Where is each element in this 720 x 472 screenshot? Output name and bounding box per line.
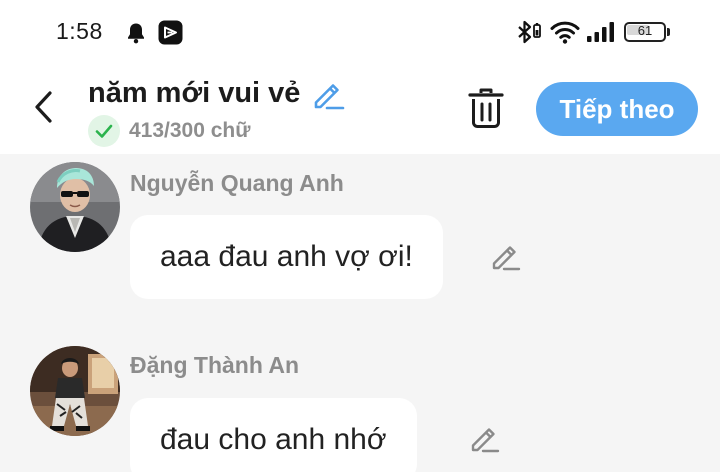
avatar[interactable] — [30, 346, 120, 436]
message-bubble[interactable]: đau cho anh nhớ — [130, 398, 417, 472]
battery-level-text: 61 — [637, 23, 653, 38]
edit-message-button[interactable] — [468, 422, 502, 456]
pencil-icon — [492, 246, 521, 271]
signal-icon — [587, 22, 614, 42]
message-bubble[interactable]: aaa đau anh vợ ơi! — [130, 215, 443, 299]
app-notification-icon — [158, 20, 183, 45]
pencil-icon — [314, 84, 345, 110]
sender-name: Đặng Thành An — [130, 352, 300, 378]
pencil-icon — [471, 428, 500, 453]
message-item: Nguyễn Quang Anh aaa đau anh vợ ơi! — [0, 154, 720, 324]
sender-name: Nguyễn Quang Anh — [130, 170, 344, 196]
battery-icon: 61 — [624, 22, 670, 42]
edit-title-button[interactable] — [310, 77, 346, 113]
message-text: aaa đau anh vợ ơi! — [160, 240, 413, 273]
message-text: đau cho anh nhớ — [160, 423, 387, 456]
status-bar: 1:58 61 — [0, 0, 720, 64]
delete-button[interactable] — [466, 86, 506, 130]
back-button[interactable] — [26, 86, 62, 128]
back-arrow-icon — [35, 91, 52, 123]
check-icon — [95, 124, 113, 138]
screen: 1:58 61 năm mới vui vẻ 413/300 chữ Tiếp … — [0, 0, 720, 472]
wifi-icon — [550, 21, 580, 44]
trash-icon — [468, 88, 504, 128]
status-time: 1:58 — [56, 18, 103, 44]
character-count: 413/300 chữ — [129, 119, 251, 142]
bell-icon — [128, 23, 144, 44]
bluetooth-icon — [518, 20, 541, 44]
edit-message-button[interactable] — [489, 240, 523, 274]
avatar[interactable] — [30, 162, 120, 252]
header: năm mới vui vẻ 413/300 chữ Tiếp theo — [0, 64, 720, 154]
next-button[interactable]: Tiếp theo — [536, 82, 698, 136]
message-item: Đặng Thành An đau cho anh nhớ — [0, 340, 720, 472]
valid-check-badge — [88, 115, 120, 147]
page-title: năm mới vui vẻ — [88, 77, 301, 109]
